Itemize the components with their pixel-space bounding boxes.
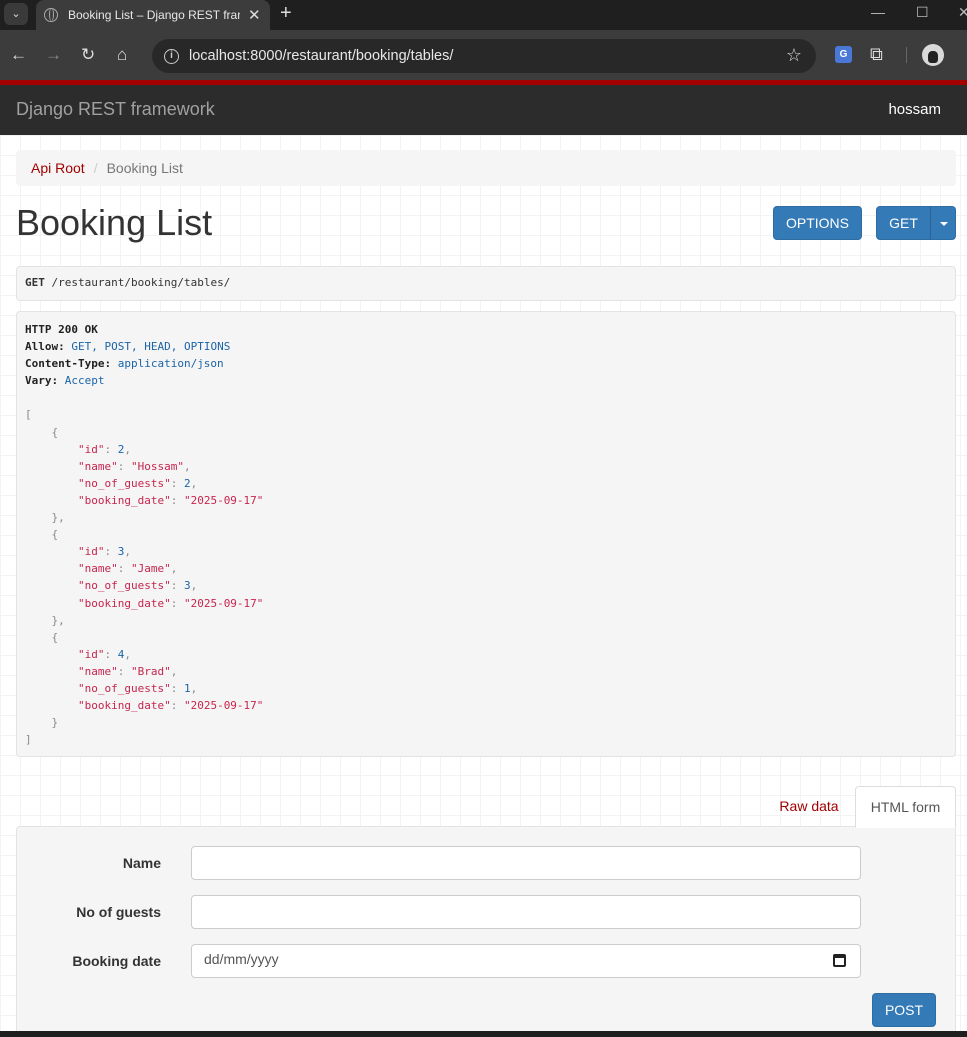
json-key: "booking_date" <box>77 493 171 507</box>
get-button[interactable]: GET <box>876 206 931 240</box>
url-text: localhost:8000/restaurant/booking/tables… <box>189 48 454 64</box>
json-key: "no_of_guests" <box>77 579 171 593</box>
window-close-icon[interactable]: ✕ <box>958 4 967 21</box>
booking-name: "Hossam" <box>130 459 184 473</box>
booking-date: "2025-09-17" <box>183 493 264 507</box>
name-field[interactable] <box>191 846 861 880</box>
header-value: application/json <box>117 357 224 371</box>
guests-label: No of guests <box>76 904 161 920</box>
request-info: GET /restaurant/booking/tables/ <box>16 266 956 301</box>
profile-avatar[interactable] <box>922 44 944 66</box>
bottom-edge-strip <box>0 1031 967 1037</box>
home-icon[interactable]: ⌂ <box>117 45 127 65</box>
no-of-guests-field[interactable] <box>191 895 861 929</box>
booking-date: "2025-09-17" <box>183 596 264 610</box>
browser-toolbar: ← → ↻ ⌂ i localhost:8000/restaurant/book… <box>0 30 967 80</box>
request-method: GET <box>25 276 45 289</box>
drf-navbar: Django REST framework hossam <box>0 85 967 135</box>
json-key: "no_of_guests" <box>77 476 171 490</box>
response-status: HTTP 200 OK <box>25 323 98 336</box>
site-info-icon[interactable]: i <box>164 48 179 64</box>
back-arrow-icon[interactable]: ← <box>10 45 27 65</box>
navbar-brand[interactable]: Django REST framework <box>16 99 215 120</box>
json-key: "id" <box>77 545 105 559</box>
page-title: Booking List <box>16 202 213 243</box>
json-key: "name" <box>77 664 118 678</box>
json-key: "name" <box>77 562 118 576</box>
reload-icon[interactable]: ↻ <box>81 45 95 65</box>
navbar-user-menu[interactable]: hossam <box>888 101 941 118</box>
json-key: "id" <box>77 647 105 661</box>
get-format-dropdown-caret-icon[interactable] <box>930 206 956 240</box>
minimize-icon[interactable]: — <box>871 4 885 20</box>
browser-tab-strip: ⌄ Booking List – Django REST framework ✕… <box>0 0 967 30</box>
tab-html-form[interactable]: HTML form <box>855 786 956 828</box>
bookmark-star-icon[interactable]: ☆ <box>786 45 802 66</box>
breadcrumb-api-root-link[interactable]: Api Root <box>31 160 85 176</box>
request-path: /restaurant/booking/tables/ <box>51 276 231 289</box>
close-tab-icon[interactable]: ✕ <box>248 6 261 24</box>
globe-icon <box>44 8 58 22</box>
post-button[interactable]: POST <box>872 993 936 1027</box>
browser-tab[interactable]: Booking List – Django REST framework ✕ <box>36 0 270 30</box>
json-key: "no_of_guests" <box>77 681 171 695</box>
header-key: Allow: <box>25 340 65 354</box>
json-key: "id" <box>77 442 105 456</box>
tab-title: Booking List – Django REST framework <box>68 8 240 22</box>
header-value: Accept <box>64 374 105 388</box>
extensions-puzzle-icon[interactable]: ⧉ <box>870 44 883 65</box>
tab-raw-data[interactable]: Raw data <box>766 786 852 826</box>
booking-date-label: Booking date <box>72 953 161 969</box>
booking-name: "Brad" <box>130 664 171 678</box>
header-value: GET, POST, HEAD, OPTIONS <box>71 340 231 354</box>
json-key: "booking_date" <box>77 596 171 610</box>
breadcrumb-current: Booking List <box>106 160 183 176</box>
booking-name: "Jame" <box>130 562 171 576</box>
forward-arrow-icon[interactable]: → <box>45 45 62 65</box>
booking-guests: 2 <box>183 476 191 490</box>
maximize-icon[interactable]: ☐ <box>916 4 929 21</box>
booking-guests: 3 <box>183 579 191 593</box>
new-tab-plus-icon[interactable]: + <box>280 2 292 25</box>
booking-date-field[interactable]: dd/mm/yyyy <box>191 944 861 978</box>
booking-date: "2025-09-17" <box>183 699 264 713</box>
breadcrumb-separator: / <box>93 160 98 176</box>
breadcrumb: Api Root / Booking List <box>16 150 956 186</box>
date-placeholder: dd/mm/yyyy <box>204 951 279 967</box>
response-body: HTTP 200 OK Allow: GET, POST, HEAD, OPTI… <box>16 311 956 757</box>
toolbar-divider <box>906 47 907 63</box>
options-button[interactable]: OPTIONS <box>773 206 862 240</box>
calendar-icon[interactable] <box>833 954 846 967</box>
header-key: Vary: <box>25 374 59 388</box>
tab-search-chevron-icon[interactable]: ⌄ <box>4 3 28 25</box>
booking-guests: 1 <box>183 681 191 695</box>
json-key: "booking_date" <box>77 699 171 713</box>
translate-icon[interactable]: G <box>835 46 852 63</box>
address-bar[interactable]: i localhost:8000/restaurant/booking/tabl… <box>152 39 816 73</box>
name-label: Name <box>122 855 161 871</box>
header-key: Content-Type: <box>25 357 112 371</box>
json-key: "name" <box>77 459 118 473</box>
